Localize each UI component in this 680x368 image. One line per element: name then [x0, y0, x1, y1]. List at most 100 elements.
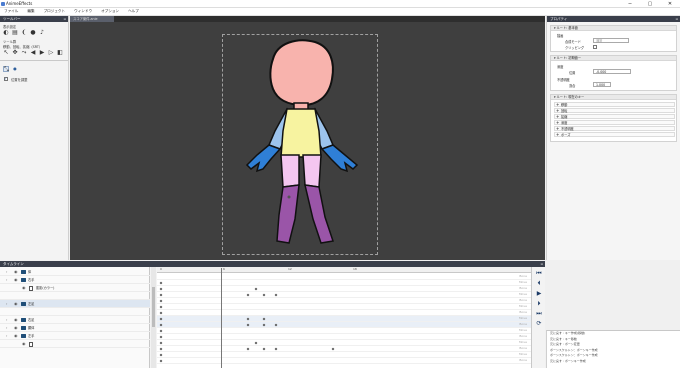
layer-scrollbar[interactable] — [151, 267, 156, 368]
visibility-eye-icon[interactable]: ◉ — [14, 276, 18, 284]
go-start-icon[interactable]: ⏮ — [534, 270, 544, 278]
position-input[interactable]: -0.000 — [593, 69, 631, 74]
expand-chevron-icon[interactable]: › — [6, 276, 7, 284]
initial-section-header[interactable]: ▾ ルート: 初期値ー — [551, 56, 676, 61]
keyframe-marker[interactable] — [159, 281, 163, 285]
keyframe-marker[interactable] — [331, 347, 335, 351]
keyframe-marker[interactable] — [274, 293, 278, 297]
dot-view-icon[interactable]: ● — [30, 30, 36, 36]
key-row-opacity[interactable]: 不透明度 — [554, 126, 675, 131]
keyframe-marker[interactable] — [246, 347, 250, 351]
clipping-checkbox[interactable] — [593, 45, 597, 49]
layer-row[interactable] — [0, 308, 150, 316]
layer-row[interactable]: › ◉ 右足 — [0, 316, 150, 324]
scrollbar-thumb[interactable] — [152, 287, 155, 327]
keyframe-marker[interactable] — [159, 305, 163, 309]
menu-file[interactable]: ファイル — [4, 9, 18, 14]
keyframe-marker[interactable] — [159, 353, 163, 357]
keyframe-marker[interactable] — [159, 323, 163, 327]
document-tab[interactable]: スコア案件.anie — [70, 16, 114, 22]
keyframe-marker[interactable] — [246, 323, 250, 327]
visibility-eye-icon[interactable]: ◉ — [14, 268, 18, 276]
frame-ruler[interactable]: 0 6 12 18 — [157, 267, 531, 273]
keyframe-marker[interactable] — [159, 299, 163, 303]
audio-icon[interactable]: ♪ — [39, 30, 45, 36]
basic-section-header[interactable]: ▾ ルート: 基本値 — [551, 26, 676, 31]
ffd-tool-icon[interactable]: ▷ — [48, 50, 54, 56]
key-row-depth[interactable]: 深度 — [554, 120, 675, 125]
keyframe-marker[interactable] — [159, 287, 163, 291]
expand-chevron-icon[interactable]: › — [6, 268, 7, 276]
layer-row[interactable]: › ◉ 胴体 — [0, 324, 150, 332]
step-forward-icon[interactable]: ⏵ — [534, 300, 544, 308]
loop-icon[interactable]: ⟳ — [534, 320, 544, 328]
maximize-button[interactable]: ▢ — [640, 0, 660, 8]
keyframe-marker[interactable] — [159, 335, 163, 339]
keyframe-marker[interactable] — [274, 347, 278, 351]
menu-help[interactable]: ヘルプ — [128, 9, 139, 14]
keyframe-marker[interactable] — [262, 317, 266, 321]
pose-tool-icon[interactable]: ◀ — [30, 50, 36, 56]
keyframe-marker[interactable] — [262, 323, 266, 327]
menu-edit[interactable]: 編集 — [27, 9, 34, 14]
playhead[interactable] — [221, 268, 222, 368]
keyframe-area[interactable]: Bone Move Bone Move Bone Move Bone Move Bone Move… — [157, 267, 531, 368]
keyframe-marker[interactable] — [159, 317, 163, 321]
layer-row[interactable]: › ◉ 右手 — [0, 276, 150, 284]
key-row-rotate[interactable]: 回転 — [554, 108, 675, 113]
step-back-icon[interactable]: ⏴ — [534, 280, 544, 288]
layer-row[interactable]: ◉ — [0, 340, 150, 348]
keyframe-marker[interactable] — [159, 311, 163, 315]
current-key-section-header[interactable]: ▾ ルート: 現在のキー — [551, 95, 676, 100]
close-button[interactable]: ✕ — [660, 0, 680, 8]
blend-mode-select[interactable]: 通常 — [593, 38, 629, 43]
visibility-eye-icon[interactable]: ◉ — [22, 340, 26, 348]
go-end-icon[interactable]: ⏭ — [534, 310, 544, 318]
keyframe-marker[interactable] — [246, 293, 250, 297]
keyframe-marker[interactable] — [159, 359, 163, 363]
panel-close-icon[interactable]: ▫ — [64, 16, 66, 22]
expand-chevron-icon[interactable]: › — [6, 324, 7, 332]
panel-close-icon[interactable]: ▫ — [676, 16, 678, 22]
layer-row[interactable]: ◉ 肌影(カラー) — [0, 284, 150, 292]
move-tool-icon[interactable]: ✥ — [12, 50, 18, 56]
keyframe-marker[interactable] — [159, 341, 163, 345]
keyframe-marker[interactable] — [262, 293, 266, 297]
visibility-eye-icon[interactable]: ◉ — [22, 284, 26, 292]
visibility-eye-icon[interactable]: ◉ — [14, 316, 18, 324]
bone-tool-icon[interactable]: ⤳ — [21, 50, 27, 56]
play-icon[interactable]: ▶ — [534, 290, 544, 298]
transform-mode-icon[interactable]: ⤡ — [3, 66, 9, 73]
key-row-pose[interactable]: ポーズ — [554, 132, 675, 137]
expand-chevron-icon[interactable]: › — [6, 332, 7, 340]
keyframe-marker[interactable] — [246, 317, 250, 321]
layer-row[interactable]: › ◉ 体 — [0, 268, 150, 276]
menu-option[interactable]: オプション — [101, 9, 119, 14]
cursor-tool-icon[interactable]: ↖ — [3, 50, 9, 56]
layer-row[interactable]: › ◉ 左手 — [0, 332, 150, 340]
keyframe-marker[interactable] — [274, 323, 278, 327]
expand-chevron-icon[interactable]: › — [6, 316, 7, 324]
mesh-tool-icon[interactable]: ▶ — [39, 50, 45, 56]
stage-frame[interactable] — [222, 34, 378, 255]
visibility-eye-icon[interactable]: ◉ — [14, 300, 18, 308]
bone-view-icon[interactable]: ❨ — [21, 30, 27, 36]
menu-project[interactable]: プロジェクト — [44, 9, 66, 14]
center-mode-icon[interactable]: ● — [12, 66, 18, 72]
key-row-scale[interactable]: 拡縮 — [554, 114, 675, 119]
layer-row[interactable]: › ◉ 左足 — [0, 300, 150, 308]
onion-skin-icon[interactable]: ◐ — [3, 30, 9, 36]
minimize-button[interactable]: ─ — [620, 0, 640, 8]
visibility-eye-icon[interactable]: ◉ — [14, 324, 18, 332]
layer-tool-icon[interactable]: ◧ — [57, 50, 63, 56]
rate-input[interactable]: 1.000 — [593, 82, 611, 87]
visibility-eye-icon[interactable]: ◉ — [14, 332, 18, 340]
menu-window[interactable]: ウィンドウ — [74, 9, 92, 14]
keyframe-marker[interactable] — [159, 329, 163, 333]
layer-view-icon[interactable]: ▤ — [12, 30, 18, 36]
layer-row[interactable] — [0, 292, 150, 300]
keyframe-marker[interactable] — [262, 347, 266, 351]
keyframe-row[interactable]: Bone — [157, 358, 531, 364]
keyframe-marker[interactable] — [159, 293, 163, 297]
expand-chevron-icon[interactable]: › — [6, 300, 7, 308]
